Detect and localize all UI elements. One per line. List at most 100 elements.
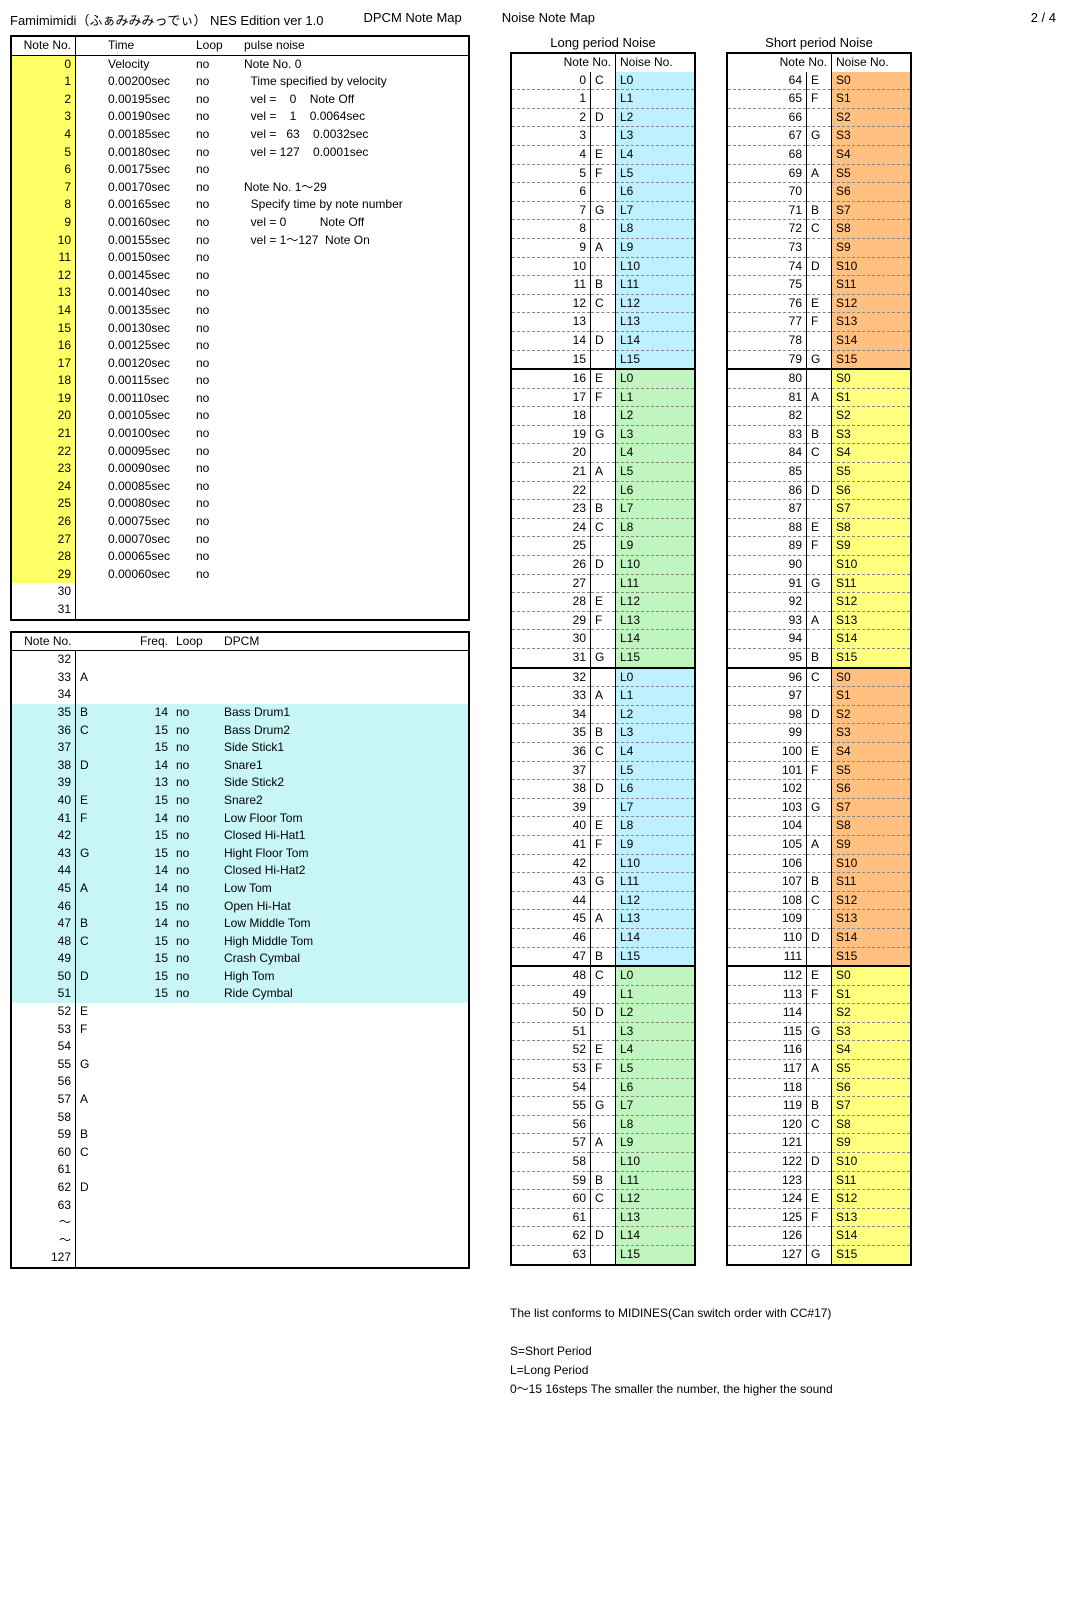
col-noise-no: Noise No. (616, 53, 696, 72)
table-row: 16EL0 (511, 369, 695, 388)
table-row: 98DS2 (727, 705, 911, 724)
table-row: 35B14noBass Drum1 (11, 704, 469, 722)
short-noise-table: Note No. Noise No. 64ES065FS166S267GS368… (726, 52, 912, 1266)
table-row: 10.00200secno Time specified by velocity (11, 73, 469, 91)
table-row: 124ES12 (727, 1190, 911, 1209)
table-row: 4615noOpen Hi-Hat (11, 898, 469, 916)
table-row: 7GL7 (511, 201, 695, 220)
table-row: 100.00155secno vel = 1～127 Note On (11, 232, 469, 250)
table-row: 37L5 (511, 761, 695, 780)
table-row: 120.00145secno (11, 267, 469, 285)
table-row: 96CS0 (727, 668, 911, 687)
table-row: 230.00090secno (11, 460, 469, 478)
table-row: 90.00160secno vel = 0 Note Off (11, 214, 469, 232)
table-row: 61L13 (511, 1208, 695, 1227)
table-row: 70S6 (727, 183, 911, 202)
table-row: 104S8 (727, 817, 911, 836)
table-row: 20.00195secno vel = 0 Note Off (11, 91, 469, 109)
table-row: 200.00105secno (11, 407, 469, 425)
col-loop: Loop (192, 36, 240, 55)
table-row: 36CL4 (511, 742, 695, 761)
table-row: 34L2 (511, 705, 695, 724)
table-row: 102S6 (727, 780, 911, 799)
table-row: 150.00130secno (11, 320, 469, 338)
table-row: 66S2 (727, 108, 911, 127)
table-row: 44L12 (511, 891, 695, 910)
table-row: 4215noClosed Hi-Hat1 (11, 827, 469, 845)
table-row: 41FL9 (511, 835, 695, 854)
table-row: 34 (11, 686, 469, 704)
table-row: 210.00100secno (11, 425, 469, 443)
table-row: 9AL9 (511, 238, 695, 257)
table-row: 105AS9 (727, 835, 911, 854)
table-row: 123S11 (727, 1171, 911, 1190)
col-dpcm: DPCM (220, 632, 469, 651)
table-row: 60CL12 (511, 1190, 695, 1209)
table-row: 27L11 (511, 574, 695, 593)
table-row: 30 (11, 583, 469, 601)
table-row: 5115noRide Cymbal (11, 985, 469, 1003)
table-row: 58L10 (511, 1153, 695, 1172)
table-row: 71BS7 (727, 201, 911, 220)
footer-line1: The list conforms to MIDINES(Can switch … (510, 1304, 912, 1323)
table-row: 111S15 (727, 947, 911, 966)
table-row: 86DS6 (727, 481, 911, 500)
table-row: 45AL13 (511, 910, 695, 929)
table-row: 38D14noSnare1 (11, 757, 469, 775)
table-row: 78S14 (727, 331, 911, 350)
table-row: 121S9 (727, 1134, 911, 1153)
table-row: 80S0 (727, 369, 911, 388)
table-row: 118S6 (727, 1078, 911, 1097)
table-row: 49L1 (511, 985, 695, 1004)
table-row: 22L6 (511, 481, 695, 500)
table-row: 58 (11, 1109, 469, 1127)
table-row: 53FL5 (511, 1060, 695, 1079)
table-row: 69AS5 (727, 164, 911, 183)
table-row: 40EL8 (511, 817, 695, 836)
table-row: 112ES0 (727, 966, 911, 985)
table-row: 43G15noHight Floor Tom (11, 845, 469, 863)
table-row: 115GS3 (727, 1022, 911, 1041)
table-row: 125FS13 (727, 1208, 911, 1227)
table-row: 270.00070secno (11, 531, 469, 549)
table-row: 108CS12 (727, 891, 911, 910)
table-row: 90S10 (727, 556, 911, 575)
table-row: 53F (11, 1021, 469, 1039)
table-row: 127 (11, 1249, 469, 1268)
table-row: 140.00135secno (11, 302, 469, 320)
table-row: 116S4 (727, 1041, 911, 1060)
col-pulse-noise: pulse noise (240, 36, 469, 55)
table-row: 119BS7 (727, 1097, 911, 1116)
footer-line2: S=Short Period (510, 1342, 912, 1361)
table-row: 2DL2 (511, 108, 695, 127)
table-row: 56L8 (511, 1115, 695, 1134)
table-row: 3913noSide Stick2 (11, 774, 469, 792)
table-row: 20L4 (511, 444, 695, 463)
table-row: 50D15noHigh Tom (11, 968, 469, 986)
table-row: 80.00165secno Specify time by note numbe… (11, 196, 469, 214)
table-row: 54 (11, 1038, 469, 1056)
table-row: 31GL15 (511, 649, 695, 668)
table-row: 68S4 (727, 145, 911, 164)
table-row: 4915noCrash Cymbal (11, 950, 469, 968)
table-row: 1L1 (511, 90, 695, 109)
table-row: 127GS15 (727, 1246, 911, 1265)
table-row: 62DL14 (511, 1227, 695, 1246)
table-row: 64ES0 (727, 72, 911, 90)
table-row: 73S9 (727, 238, 911, 257)
table-row: 113FS1 (727, 985, 911, 1004)
table-row: 38DL6 (511, 780, 695, 799)
pulse-noise-table: Note No. Time Loop pulse noise 0Velocity… (10, 35, 470, 621)
section-noise: Noise Note Map (502, 10, 595, 29)
table-row: 63 (11, 1197, 469, 1215)
table-row: 120CS8 (727, 1115, 911, 1134)
table-row: 87S7 (727, 500, 911, 519)
col-freq: Freq. (104, 632, 172, 651)
table-row: 160.00125secno (11, 337, 469, 355)
long-noise-title: Long period Noise (510, 35, 696, 50)
table-row: 57AL9 (511, 1134, 695, 1153)
table-row: 122DS10 (727, 1153, 911, 1172)
col-loop: Loop (172, 632, 220, 651)
col-note-no: Note No. (11, 632, 76, 651)
table-row: 110.00150secno (11, 249, 469, 267)
